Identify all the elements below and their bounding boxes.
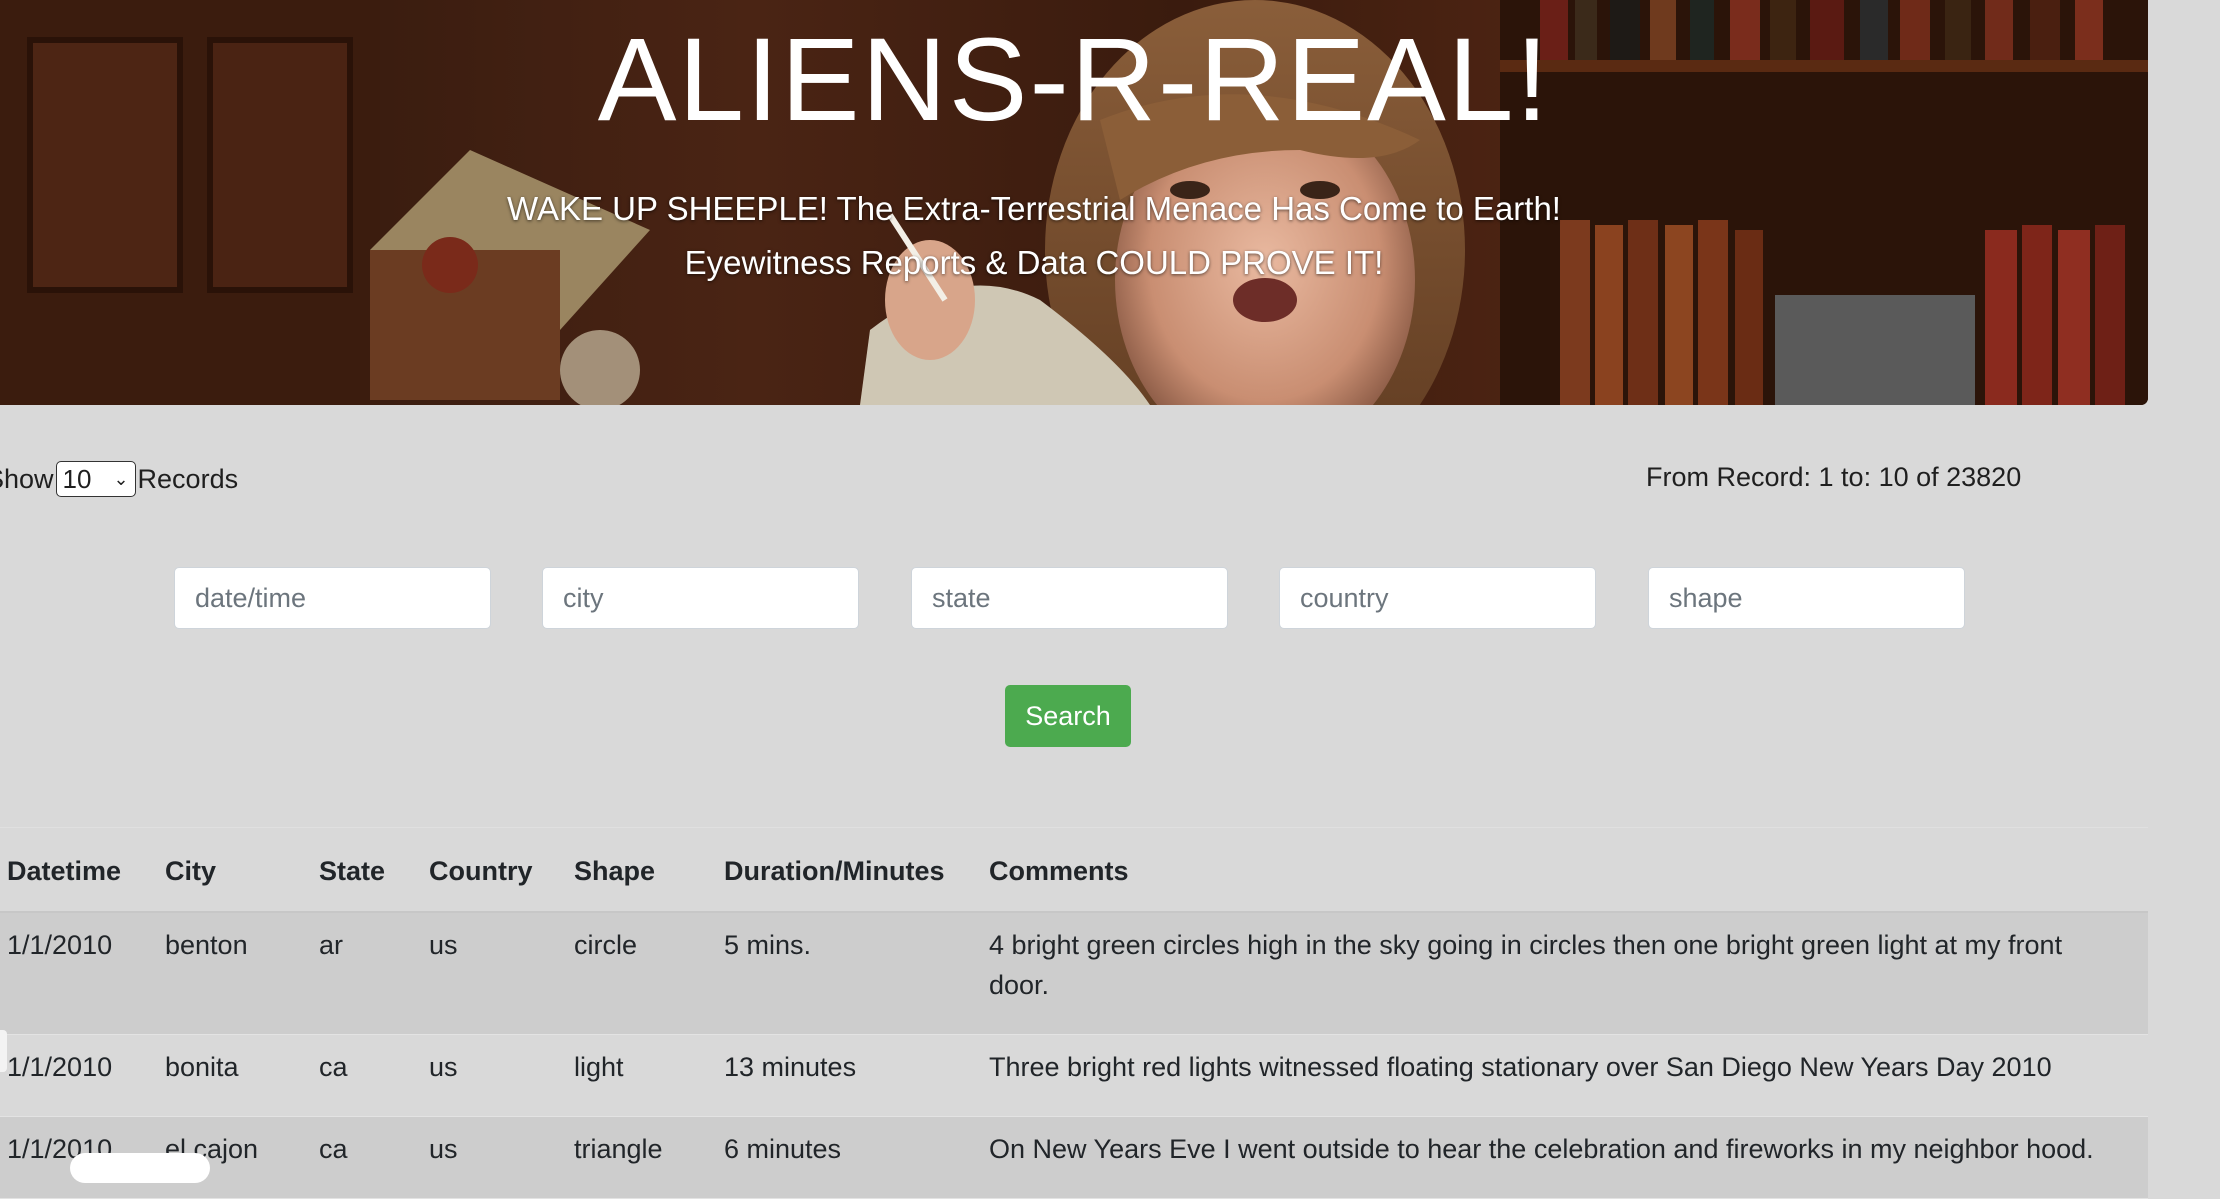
state-filter-input[interactable]: state: [911, 567, 1228, 629]
records-per-page-value: 10: [62, 463, 92, 494]
cell-shape: triangle: [574, 1134, 663, 1164]
shape-filter-input[interactable]: shape: [1648, 567, 1965, 629]
column-header-shape[interactable]: Shape: [574, 851, 655, 891]
cell-datetime: 1/1/2010: [7, 930, 113, 960]
banner-subtitle-line2: Eyewitness Reports & Data COULD PROVE IT…: [684, 244, 1384, 281]
cell-country: us: [429, 1052, 458, 1082]
cell-shape: circle: [574, 930, 638, 960]
table-row: 1/1/2010 benton ar us circle 5 mins. 4 b…: [0, 913, 2148, 1035]
records-per-page-select[interactable]: 10 ⌄: [55, 461, 136, 497]
show-label: Show: [0, 463, 54, 494]
cell-country: us: [429, 1134, 458, 1164]
cell-comments: 4 bright green circles high in the sky g…: [989, 930, 2063, 1000]
cell-state: ar: [319, 930, 344, 960]
record-range-info: From Record: 1 to: 10 of 23820: [1646, 462, 2022, 492]
table-header-row: Datetime City State Country Shape Durati…: [0, 827, 2148, 913]
cell-datetime: 1/1/2010: [7, 1052, 113, 1082]
city-filter-input[interactable]: city: [542, 567, 859, 629]
hero-banner: ALIENS-R-REAL! WAKE UP SHEEPLE! The Extr…: [0, 0, 2148, 405]
side-scroll-handle[interactable]: [0, 1030, 7, 1072]
search-button[interactable]: Search: [1005, 685, 1131, 747]
cell-shape: light: [574, 1052, 624, 1082]
column-header-comments[interactable]: Comments: [989, 851, 2109, 891]
cell-duration: 6 minutes: [724, 1134, 842, 1164]
cell-comments: Three bright red lights witnessed floati…: [989, 1052, 2052, 1082]
cell-duration: 13 minutes: [724, 1052, 857, 1082]
column-header-datetime[interactable]: Datetime: [7, 851, 121, 891]
sightings-table: Datetime City State Country Shape Durati…: [0, 827, 2148, 1199]
cell-state: ca: [319, 1052, 348, 1082]
cell-city: bonita: [165, 1052, 239, 1082]
column-header-city[interactable]: City: [165, 851, 216, 891]
horizontal-scrollbar[interactable]: [70, 1153, 210, 1183]
records-label: Records: [137, 463, 239, 494]
table-row: 1/1/2010 bonita ca us light 13 minutes T…: [0, 1035, 2148, 1117]
records-per-page-control: Show 10 ⌄ Records: [0, 460, 238, 498]
country-filter-input[interactable]: country: [1279, 567, 1596, 629]
cell-comments: On New Years Eve I went outside to hear …: [989, 1134, 2094, 1164]
cell-city: benton: [165, 930, 248, 960]
site-title: ALIENS-R-REAL!: [597, 14, 1551, 146]
cell-country: us: [429, 930, 458, 960]
chevron-down-icon: ⌄: [113, 468, 129, 489]
column-header-state[interactable]: State: [319, 851, 385, 891]
column-header-duration[interactable]: Duration/Minutes: [724, 851, 945, 891]
filter-bar: date/time city state country shape: [0, 567, 2148, 629]
banner-subtitle-line1: WAKE UP SHEEPLE! The Extra-Terrestrial M…: [507, 190, 1561, 227]
column-header-country[interactable]: Country: [429, 851, 533, 891]
datetime-filter-input[interactable]: date/time: [174, 567, 491, 629]
table-row: 1/1/2010 el cajon ca us triangle 6 minut…: [0, 1117, 2148, 1199]
cell-state: ca: [319, 1134, 348, 1164]
cell-duration: 5 mins.: [724, 930, 812, 960]
